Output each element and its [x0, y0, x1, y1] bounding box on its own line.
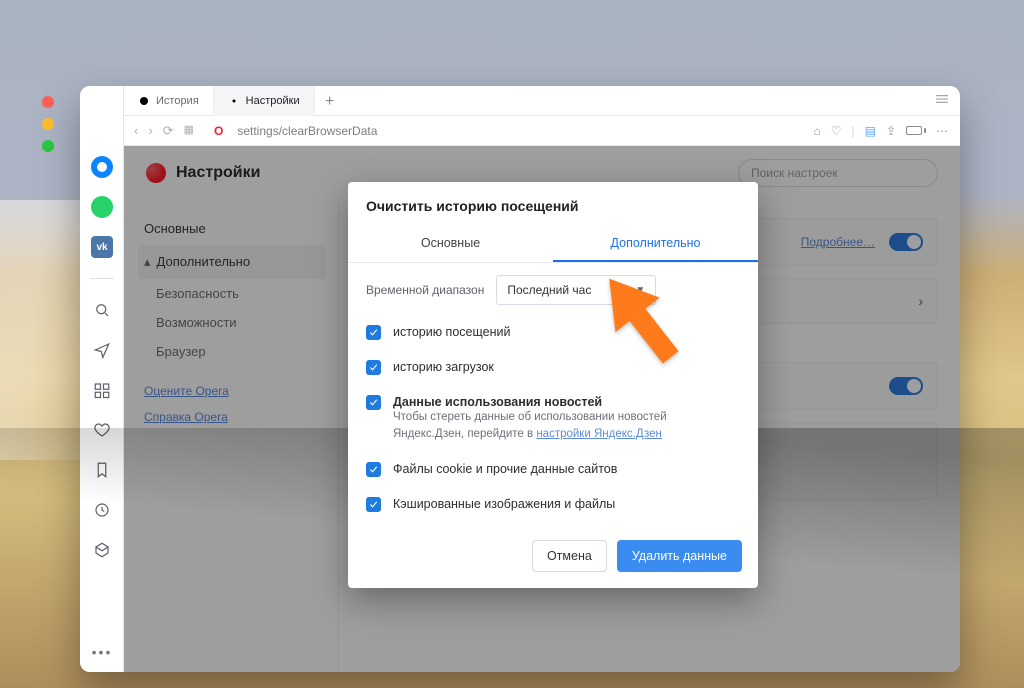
sidebar-toggle-icon[interactable]: ▤ [865, 124, 876, 138]
modal-title: Очистить историю посещений [348, 182, 758, 226]
minimize-dot-icon[interactable] [42, 118, 54, 130]
modal-tab-basic[interactable]: Основные [348, 226, 553, 262]
option-cache[interactable]: Кэшированные изображения и файлы [366, 487, 740, 522]
address-bar: ‹ › ⟳ ▦ O settings/clearBrowserData ⌂ ♡ … [80, 116, 960, 146]
reload-button[interactable]: ⟳ [163, 123, 174, 139]
time-range-select[interactable]: Последний час ▼ [496, 275, 656, 305]
extensions-icon[interactable] [91, 539, 113, 561]
time-range-value: Последний час [507, 283, 591, 297]
bookmark-dock-icon[interactable] [91, 459, 113, 481]
range-label: Временной диапазон [366, 283, 484, 297]
confirm-button[interactable]: Удалить данные [617, 540, 742, 572]
cancel-button[interactable]: Отмена [532, 540, 607, 572]
modal-tabs: Основные Дополнительно [348, 226, 758, 263]
news-icon[interactable] [91, 379, 113, 401]
maximize-dot-icon[interactable] [42, 140, 54, 152]
option-downloads-history[interactable]: историю загрузок [366, 350, 740, 385]
whatsapp-icon[interactable] [91, 196, 113, 218]
snapshot-icon[interactable]: ⌂ [813, 124, 820, 138]
easy-setup-icon[interactable] [934, 92, 960, 109]
modal-tab-advanced[interactable]: Дополнительно [553, 226, 758, 262]
option-news-data[interactable]: Данные использования новостей Чтобы стер… [366, 385, 740, 452]
send-icon[interactable] [91, 339, 113, 361]
tab-history[interactable]: История [124, 86, 214, 116]
messenger-icon[interactable] [91, 156, 113, 178]
clear-data-modal: Очистить историю посещений Основные Допо… [348, 182, 758, 588]
close-dot-icon[interactable] [42, 96, 54, 108]
option-cookies[interactable]: Файлы cookie и прочие данные сайтов [366, 452, 740, 487]
menu-icon[interactable]: ⋯ [936, 124, 948, 138]
vk-icon[interactable]: vk [91, 236, 113, 258]
tab-settings-label: Настройки [246, 95, 300, 107]
battery-icon [906, 124, 926, 138]
url-text[interactable]: settings/clearBrowserData [237, 124, 377, 138]
heart-dock-icon[interactable] [91, 419, 113, 441]
share-icon[interactable]: ⇪ [886, 124, 896, 138]
checkbox-checked-icon[interactable] [366, 395, 381, 410]
search-icon[interactable] [91, 299, 113, 321]
gear-icon [228, 95, 240, 107]
forward-button[interactable]: › [148, 123, 152, 139]
mac-traffic-lights [42, 96, 54, 152]
checkbox-checked-icon[interactable] [366, 497, 381, 512]
heart-icon[interactable]: ♡ [831, 124, 842, 138]
checkbox-checked-icon[interactable] [366, 325, 381, 340]
back-button[interactable]: ‹ [134, 123, 138, 139]
option-browsing-history[interactable]: историю посещений [366, 315, 740, 350]
tab-history-label: История [156, 95, 199, 107]
checkbox-checked-icon[interactable] [366, 462, 381, 477]
new-tab-button[interactable]: + [315, 91, 345, 111]
option-news-title: Данные использования новостей [393, 395, 740, 409]
history-icon [138, 95, 150, 107]
opera-logo-icon: O [214, 124, 223, 138]
chevron-down-icon: ▼ [635, 285, 645, 296]
yandex-zen-settings-link[interactable]: настройки Яндекс.Дзен [536, 428, 662, 440]
sidebar-more-icon[interactable]: ••• [92, 644, 113, 660]
history-dock-icon[interactable] [91, 499, 113, 521]
tab-bar: История Настройки + [80, 86, 960, 116]
checkbox-checked-icon[interactable] [366, 360, 381, 375]
speed-dial-icon[interactable]: ▦ [184, 123, 194, 139]
browser-window: История Настройки + ‹ › ⟳ ▦ O settings/c… [80, 86, 960, 672]
side-dock: vk ••• [80, 86, 124, 672]
tab-settings[interactable]: Настройки [214, 86, 315, 116]
